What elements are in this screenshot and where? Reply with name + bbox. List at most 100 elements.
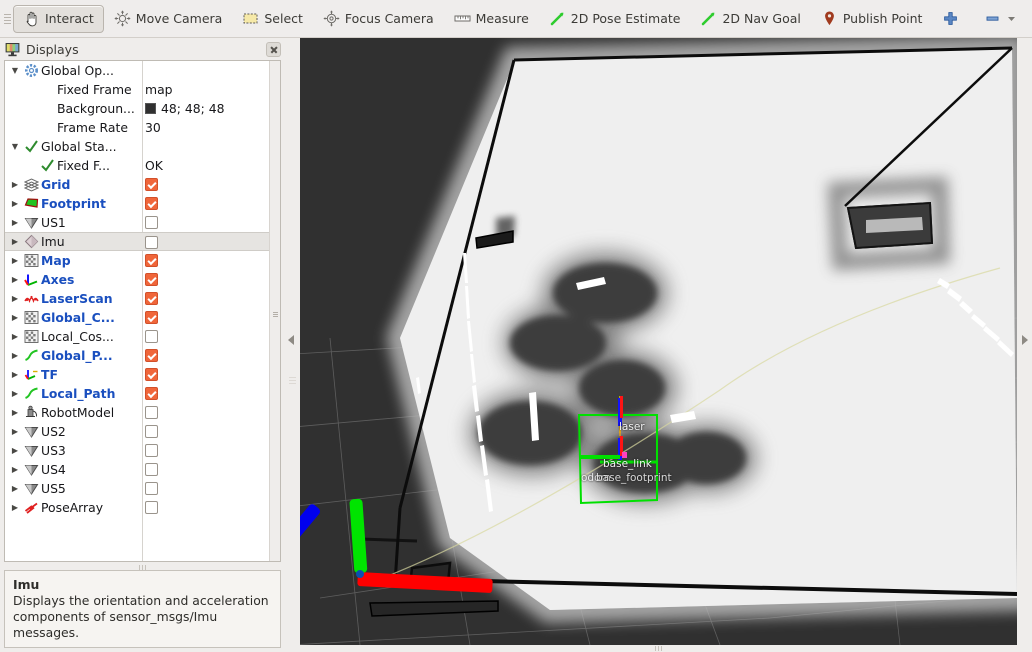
add-tool-button[interactable] (932, 5, 974, 33)
tool-2d-pose-estimate[interactable]: 2D Pose Estimate (539, 5, 691, 33)
tree-row-value[interactable] (145, 327, 158, 346)
expand-right-arrow-icon[interactable] (1022, 335, 1028, 345)
tree-row-map[interactable]: Map (5, 251, 280, 270)
expand-arrow-closed-icon[interactable] (9, 251, 21, 270)
tree-row-us1[interactable]: US1 (5, 213, 280, 232)
3d-render-view[interactable]: laser base_link odom base_footprint (300, 38, 1017, 645)
tree-row-footprint[interactable]: Footprint (5, 194, 280, 213)
expand-arrow-open-icon[interactable] (9, 61, 21, 80)
close-icon[interactable] (266, 41, 281, 57)
visibility-checkbox[interactable] (145, 387, 158, 400)
tree-row-backgroun[interactable]: Backgroun... 48; 48; 48 (5, 99, 280, 118)
visibility-checkbox[interactable] (145, 425, 158, 438)
expand-arrow-closed-icon[interactable] (9, 270, 21, 289)
visibility-checkbox[interactable] (145, 311, 158, 324)
tree-row-value[interactable] (145, 233, 158, 252)
visibility-checkbox[interactable] (145, 368, 158, 381)
tool-publish-point[interactable]: Publish Point (811, 5, 933, 33)
tree-row-imu[interactable]: Imu (5, 232, 280, 251)
tree-row-value[interactable] (145, 346, 158, 365)
tool-interact[interactable]: Interact (13, 4, 104, 33)
scrollbar-grip[interactable] (273, 311, 278, 320)
tree-row-frame-rate[interactable]: Frame Rate 30 (5, 118, 280, 137)
visibility-checkbox[interactable] (145, 273, 158, 286)
visibility-checkbox[interactable] (145, 330, 158, 343)
tree-row-value[interactable] (145, 194, 158, 213)
tree-row-us4[interactable]: US4 (5, 460, 280, 479)
tool-move-camera[interactable]: Move Camera (104, 5, 233, 33)
expand-arrow-closed-icon[interactable] (9, 365, 21, 384)
tree-row-fixed-frame[interactable]: Fixed Frame map (5, 80, 280, 99)
expand-arrow-closed-icon[interactable] (9, 479, 21, 498)
visibility-checkbox[interactable] (145, 197, 158, 210)
displays-tree[interactable]: Global Op... Fixed Frame map Backgroun... 48… (4, 60, 281, 562)
tree-row-laserscan[interactable]: LaserScan (5, 289, 280, 308)
tree-row-value[interactable] (145, 479, 158, 498)
expand-arrow-closed-icon[interactable] (9, 194, 21, 213)
tree-row-value[interactable] (145, 289, 158, 308)
tree-row-global-op[interactable]: Global Op... (5, 61, 280, 80)
visibility-checkbox[interactable] (145, 501, 158, 514)
tree-row-us3[interactable]: US3 (5, 441, 280, 460)
remove-tool-button[interactable] (974, 5, 1032, 33)
expand-arrow-closed-icon[interactable] (9, 460, 21, 479)
tree-row-posearray[interactable]: PoseArray (5, 498, 280, 517)
tool-measure[interactable]: Measure (444, 5, 539, 33)
visibility-checkbox[interactable] (145, 292, 158, 305)
right-splitter[interactable] (1017, 38, 1032, 652)
tree-row-value[interactable] (145, 403, 158, 422)
tree-row-local-path[interactable]: Local_Path (5, 384, 280, 403)
tree-vertical-scrollbar[interactable] (269, 61, 280, 561)
tool-2d-nav-goal[interactable]: 2D Nav Goal (690, 5, 810, 33)
expand-arrow-closed-icon[interactable] (9, 403, 21, 422)
tree-row-value[interactable] (145, 213, 158, 232)
expand-arrow-closed-icon[interactable] (9, 346, 21, 365)
visibility-checkbox[interactable] (145, 178, 158, 191)
expand-arrow-closed-icon[interactable] (9, 498, 21, 517)
tool-focus-camera[interactable]: Focus Camera (313, 5, 444, 33)
tree-row-fixed-f[interactable]: Fixed F... OK (5, 156, 280, 175)
visibility-checkbox[interactable] (145, 463, 158, 476)
tree-row-value[interactable] (145, 460, 158, 479)
tree-row-axes[interactable]: Axes (5, 270, 280, 289)
visibility-checkbox[interactable] (145, 482, 158, 495)
color-swatch[interactable] (145, 103, 156, 114)
left-splitter[interactable] (285, 38, 300, 652)
tree-row-robotmodel[interactable]: RobotModel (5, 403, 280, 422)
visibility-checkbox[interactable] (145, 406, 158, 419)
expand-arrow-closed-icon[interactable] (9, 289, 21, 308)
tree-row-local-cos[interactable]: Local_Cos... (5, 327, 280, 346)
expand-arrow-open-icon[interactable] (9, 137, 21, 156)
tree-row-value[interactable] (145, 384, 158, 403)
visibility-checkbox[interactable] (145, 349, 158, 362)
tree-row-value[interactable] (145, 308, 158, 327)
tree-row-global-p[interactable]: Global_P... (5, 346, 280, 365)
tree-row-global-sta[interactable]: Global Sta... (5, 137, 280, 156)
tree-row-value[interactable] (145, 365, 158, 384)
expand-arrow-closed-icon[interactable] (9, 384, 21, 403)
collapse-left-arrow-icon[interactable] (288, 335, 294, 345)
tree-row-us5[interactable]: US5 (5, 479, 280, 498)
expand-arrow-closed-icon[interactable] (9, 232, 21, 251)
expand-arrow-closed-icon[interactable] (9, 308, 21, 327)
bottom-splitter[interactable] (300, 645, 1017, 652)
toolbar-drag-handle[interactable] (4, 8, 11, 30)
tree-row-grid[interactable]: Grid (5, 175, 280, 194)
expand-arrow-closed-icon[interactable] (9, 175, 21, 194)
expand-arrow-closed-icon[interactable] (9, 441, 21, 460)
tree-row-tf[interactable]: TF (5, 365, 280, 384)
tool-select[interactable]: Select (232, 5, 313, 33)
expand-arrow-closed-icon[interactable] (9, 213, 21, 232)
visibility-checkbox[interactable] (145, 444, 158, 457)
expand-arrow-closed-icon[interactable] (9, 422, 21, 441)
tree-row-global-c[interactable]: Global_C... (5, 308, 280, 327)
expand-arrow-closed-icon[interactable] (9, 327, 21, 346)
tree-row-us2[interactable]: US2 (5, 422, 280, 441)
visibility-checkbox[interactable] (145, 216, 158, 229)
tree-row-value[interactable] (145, 270, 158, 289)
chevron-down-icon[interactable] (1006, 13, 1017, 24)
tree-row-value[interactable] (145, 422, 158, 441)
visibility-checkbox[interactable] (145, 254, 158, 267)
tree-row-value[interactable] (145, 251, 158, 270)
visibility-checkbox[interactable] (145, 236, 158, 249)
